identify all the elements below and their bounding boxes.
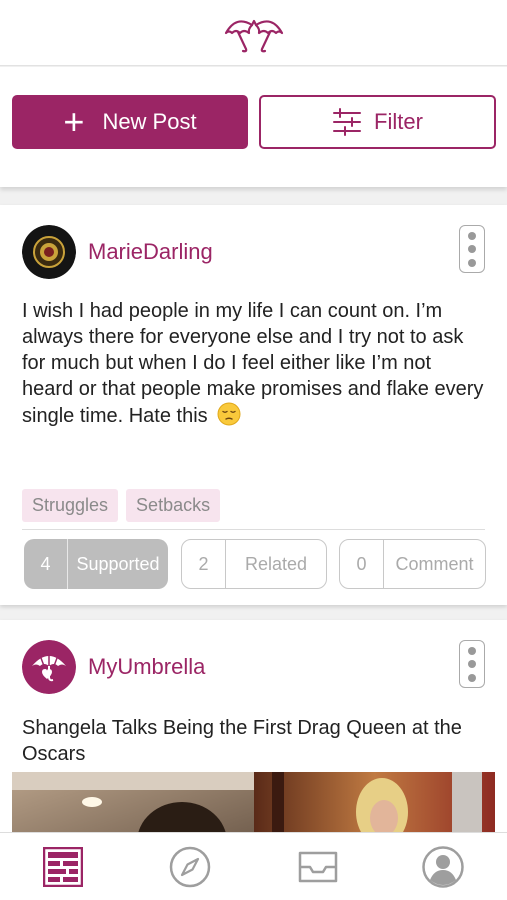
supported-label: Supported (76, 553, 160, 574)
new-post-button[interactable]: + New Post (12, 95, 248, 149)
tab-inbox[interactable] (296, 845, 340, 889)
avatar[interactable] (22, 225, 76, 279)
tab-feed[interactable] (41, 845, 85, 889)
video-thumbnail[interactable] (12, 772, 495, 832)
post-card: MarieDarling I wish I had people in my l… (0, 205, 507, 605)
profile-silhouette-icon (422, 846, 464, 888)
post-options-button[interactable] (459, 225, 485, 273)
tag-list: Struggles Setbacks (22, 489, 228, 522)
dot-icon (468, 673, 476, 682)
dot-icon (468, 646, 476, 655)
dot-icon (468, 245, 476, 253)
post-header: MarieDarling (22, 225, 213, 279)
post-card: MyUmbrella Shangela Talks Being the Firs… (0, 620, 507, 832)
feed-grid-icon (43, 847, 83, 887)
comment-label: Comment (395, 553, 474, 574)
username[interactable]: MarieDarling (88, 239, 213, 265)
post-text: I wish I had people in my life I can cou… (22, 298, 484, 429)
related-button[interactable]: 2 Related (181, 539, 327, 589)
dot-icon (468, 258, 476, 267)
dot-icon (468, 231, 476, 240)
inbox-tray-icon (298, 851, 338, 883)
sliders-icon (333, 108, 362, 136)
post-headline[interactable]: Shangela Talks Being the First Drag Quee… (22, 715, 484, 767)
divider (22, 529, 485, 530)
dot-icon (468, 660, 476, 668)
related-count: 2 (182, 540, 226, 588)
tag-setbacks[interactable]: Setbacks (126, 489, 221, 522)
post-options-button[interactable] (459, 640, 485, 688)
umbrellas-logo-icon (224, 19, 283, 52)
new-post-label: New Post (102, 109, 197, 134)
pensive-face-emoji-icon (217, 402, 241, 426)
plus-icon: + (63, 101, 85, 142)
filter-button[interactable]: Filter (259, 95, 496, 149)
post-text-content: I wish I had people in my life I can cou… (22, 300, 484, 427)
compass-icon (169, 846, 211, 888)
action-bar: + New Post Filter (0, 67, 507, 187)
username[interactable]: MyUmbrella (88, 654, 205, 680)
tab-profile[interactable] (421, 845, 465, 889)
supported-button[interactable]: 4 Supported (24, 539, 168, 589)
supported-count: 4 (24, 539, 68, 589)
tag-struggles[interactable]: Struggles (22, 489, 119, 522)
post-header: MyUmbrella (22, 640, 205, 694)
comment-count: 0 (340, 540, 384, 588)
comment-button[interactable]: 0 Comment (339, 539, 486, 589)
avatar[interactable] (22, 640, 76, 694)
bottom-tab-bar (0, 832, 507, 900)
top-bar (0, 0, 507, 66)
filter-label: Filter (374, 109, 423, 134)
tab-explore[interactable] (168, 845, 212, 889)
related-label: Related (244, 553, 308, 574)
